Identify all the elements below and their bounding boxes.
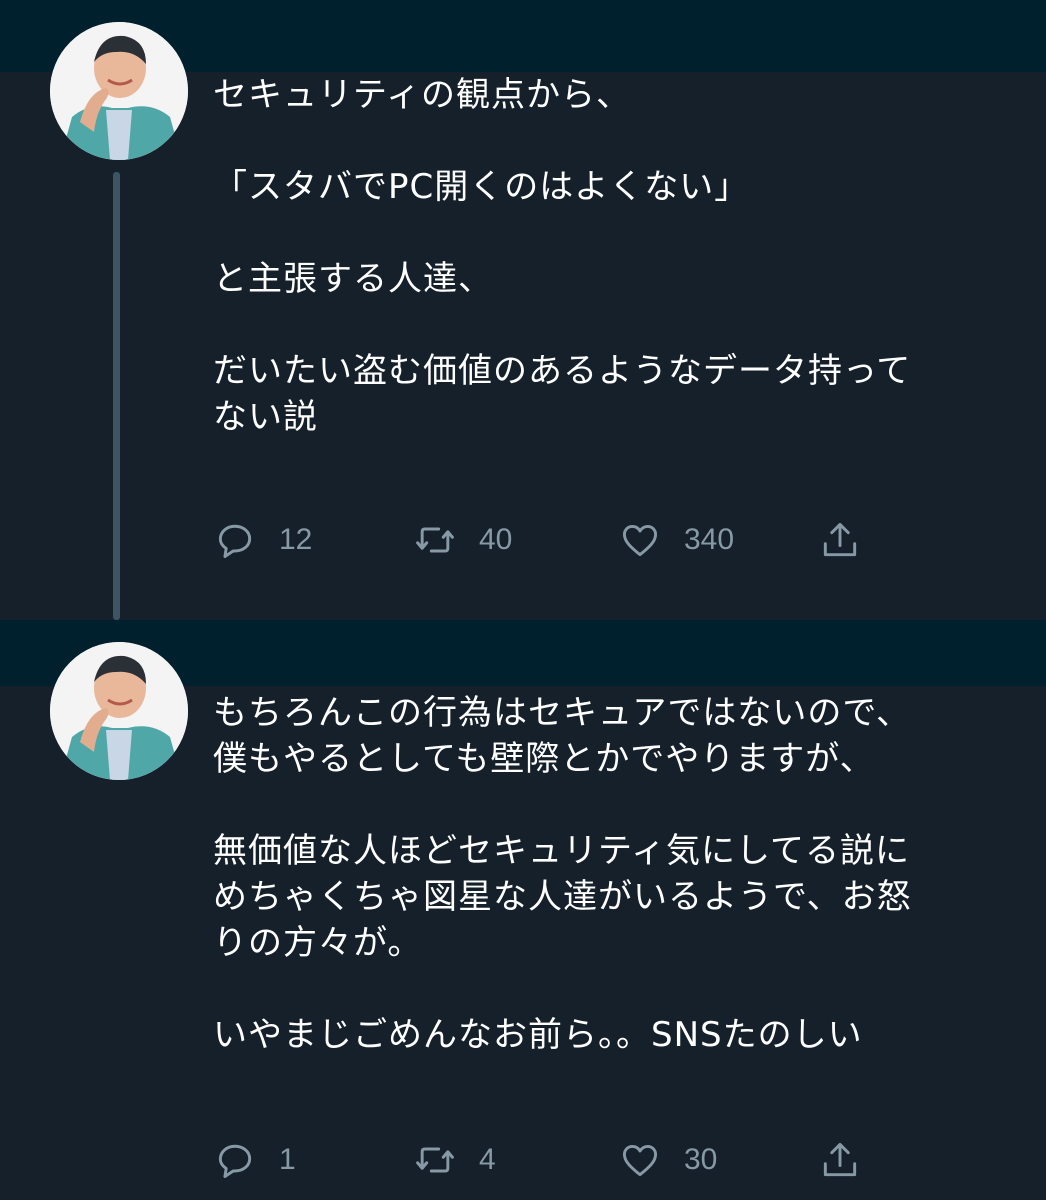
tweet-paragraph: 「スタバでPC開くのはよくない」 <box>213 167 750 207</box>
retweet-count: 4 <box>479 1143 496 1176</box>
tweet-paragraph: と主張する人達、 <box>213 259 493 299</box>
tweet-text: セキュリティの観点から、 「スタバでPC開くのはよくない」 と主張する人達、 だ… <box>213 72 1013 440</box>
tweet-text: もちろんこの行為はセキュアではないので、 僕もやるとしても壁際とかでやりますが、… <box>213 690 1013 1058</box>
retweet-button[interactable]: 4 <box>413 1135 496 1185</box>
tweet-paragraph: だいたい盗む価値のあるようなデータ持って ない説 <box>213 351 912 437</box>
tweet-actions: 1 4 30 <box>213 1135 893 1185</box>
tweet-paragraph: いやまじごめんなお前ら。。SNSたのしい <box>213 1015 863 1055</box>
reply-count: 12 <box>279 523 313 556</box>
tweet-paragraph: セキュリティの観点から、 <box>213 75 631 115</box>
like-button[interactable]: 340 <box>618 515 734 565</box>
share-icon <box>823 1142 857 1177</box>
share-icon <box>823 522 857 557</box>
avatar[interactable] <box>50 642 188 780</box>
share-button[interactable] <box>818 1135 862 1185</box>
tweet-paragraph: もちろんこの行為はセキュアではないので、 僕もやるとしても壁際とかでやりますが、 <box>213 693 911 779</box>
retweet-button[interactable]: 40 <box>413 515 512 565</box>
heart-icon <box>622 524 658 557</box>
reply-count: 1 <box>279 1143 296 1176</box>
share-button[interactable] <box>818 515 862 565</box>
like-count: 340 <box>684 523 735 556</box>
avatar-photo <box>50 22 188 160</box>
reply-button[interactable]: 12 <box>213 515 312 565</box>
retweet-icon <box>416 527 454 553</box>
tweet-actions: 12 40 340 <box>213 515 893 565</box>
thread-connector-line <box>113 172 120 620</box>
reply-icon <box>218 524 252 558</box>
like-button[interactable]: 30 <box>618 1135 717 1185</box>
retweet-icon <box>416 1147 454 1173</box>
like-count: 30 <box>684 1143 718 1176</box>
avatar-photo <box>50 642 188 780</box>
reply-icon <box>218 1144 252 1178</box>
tweet-paragraph: 無価値な人ほどセキュリティ気にしてる説に めちゃくちゃ図星な人達がいるようで、お… <box>213 831 912 963</box>
reply-button[interactable]: 1 <box>213 1135 296 1185</box>
retweet-count: 40 <box>479 523 513 556</box>
heart-icon <box>622 1144 658 1177</box>
avatar[interactable] <box>50 22 188 160</box>
